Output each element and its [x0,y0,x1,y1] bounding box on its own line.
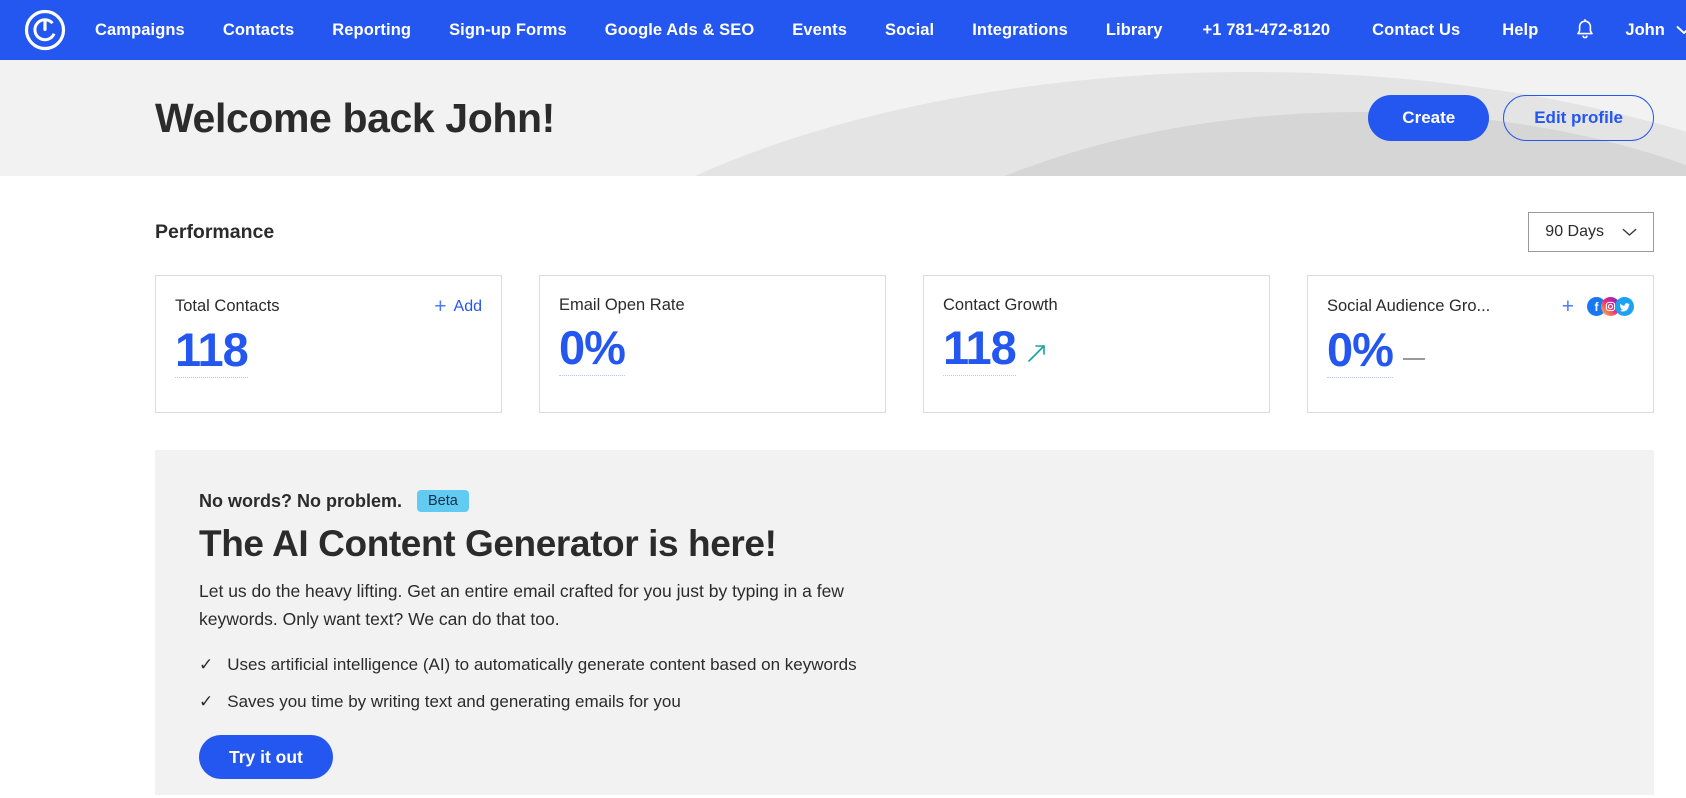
constant-contact-logo[interactable] [24,9,66,51]
nav-item-library[interactable]: Library [1087,0,1182,60]
nav-item-social[interactable]: Social [866,0,953,60]
check-icon: ✓ [199,655,214,674]
notifications-button[interactable] [1559,19,1611,41]
metric-value: 0% [559,323,626,377]
metric-label: Contact Growth [943,296,1058,314]
plus-icon: + [434,295,447,318]
nav-item-events[interactable]: Events [773,0,866,60]
banner-eyebrow: No words? No problem. [199,490,403,511]
nav-item-contacts[interactable]: Contacts [204,0,313,60]
nav-phone-number[interactable]: +1 781-472-8120 [1182,0,1352,60]
add-contacts-button[interactable]: + Add [434,296,482,317]
chevron-down-icon [1622,228,1637,236]
banner-paragraph: Let us do the heavy lifting. Get an enti… [199,581,844,629]
trend-flat-icon [1402,358,1425,361]
bell-icon [1577,19,1594,39]
plus-icon: + [1561,295,1574,318]
page-title: Welcome back John! [155,94,555,141]
performance-header: Performance 90 Days [0,176,1686,252]
metric-card-contact-growth[interactable]: Contact Growth 118 [923,275,1270,413]
metric-value: 0% [1327,325,1394,379]
nav-item-sign-up-forms[interactable]: Sign-up Forms [430,0,586,60]
primary-nav: Campaigns Contacts Reporting Sign-up For… [76,0,1182,60]
user-name-label: John [1625,20,1665,39]
metric-label: Social Audience Gro... [1327,297,1491,315]
banner-feature-list: ✓ Uses artificial intelligence (AI) to a… [199,655,1075,712]
edit-profile-button[interactable]: Edit profile [1503,95,1654,141]
nav-item-campaigns[interactable]: Campaigns [76,0,204,60]
try-it-out-button[interactable]: Try it out [199,735,333,779]
metric-cards: Total Contacts + Add 118 Email Open Rate… [0,252,1686,413]
check-icon: ✓ [199,692,214,711]
list-item: ✓ Saves you time by writing text and gen… [199,692,1075,712]
welcome-hero: Welcome back John! Create Edit profile [0,60,1686,176]
nav-item-contact-us[interactable]: Contact Us [1351,0,1481,60]
twitter-icon [1615,297,1634,316]
connect-social-button[interactable]: + f [1562,296,1634,317]
metric-card-social-audience-growth[interactable]: Social Audience Gro... + f 0% [1307,275,1654,413]
nav-item-help[interactable]: Help [1481,0,1559,60]
date-range-value: 90 Days [1545,223,1604,240]
user-account-menu[interactable]: John [1611,21,1686,40]
nav-item-reporting[interactable]: Reporting [313,0,430,60]
beta-badge: Beta [417,490,469,512]
top-navbar: Campaigns Contacts Reporting Sign-up For… [0,0,1686,60]
metric-card-email-open-rate[interactable]: Email Open Rate 0% [539,275,886,413]
metric-value: 118 [175,325,249,379]
feature-text: Uses artificial intelligence (AI) to aut… [227,655,857,674]
secondary-nav: +1 781-472-8120 Contact Us Help John [1182,0,1686,60]
add-label: Add [453,297,482,315]
banner-heading: The AI Content Generator is here! [199,523,777,564]
nav-item-google-ads-seo[interactable]: Google Ads & SEO [586,0,774,60]
social-network-icons: f [1587,297,1634,316]
metric-label: Email Open Rate [559,296,685,314]
create-button[interactable]: Create [1368,95,1490,141]
trend-up-arrow-icon [1028,345,1045,363]
chevron-down-icon [1676,26,1686,34]
feature-text: Saves you time by writing text and gener… [227,692,681,711]
list-item: ✓ Uses artificial intelligence (AI) to a… [199,655,1075,675]
metric-label: Total Contacts [175,297,280,315]
metric-value: 118 [943,323,1017,377]
metric-card-total-contacts[interactable]: Total Contacts + Add 118 [155,275,502,413]
nav-item-integrations[interactable]: Integrations [953,0,1087,60]
date-range-select[interactable]: 90 Days [1528,212,1654,252]
ai-content-generator-banner: No words? No problem. Beta The AI Conten… [155,450,1654,795]
performance-title: Performance [155,220,275,243]
